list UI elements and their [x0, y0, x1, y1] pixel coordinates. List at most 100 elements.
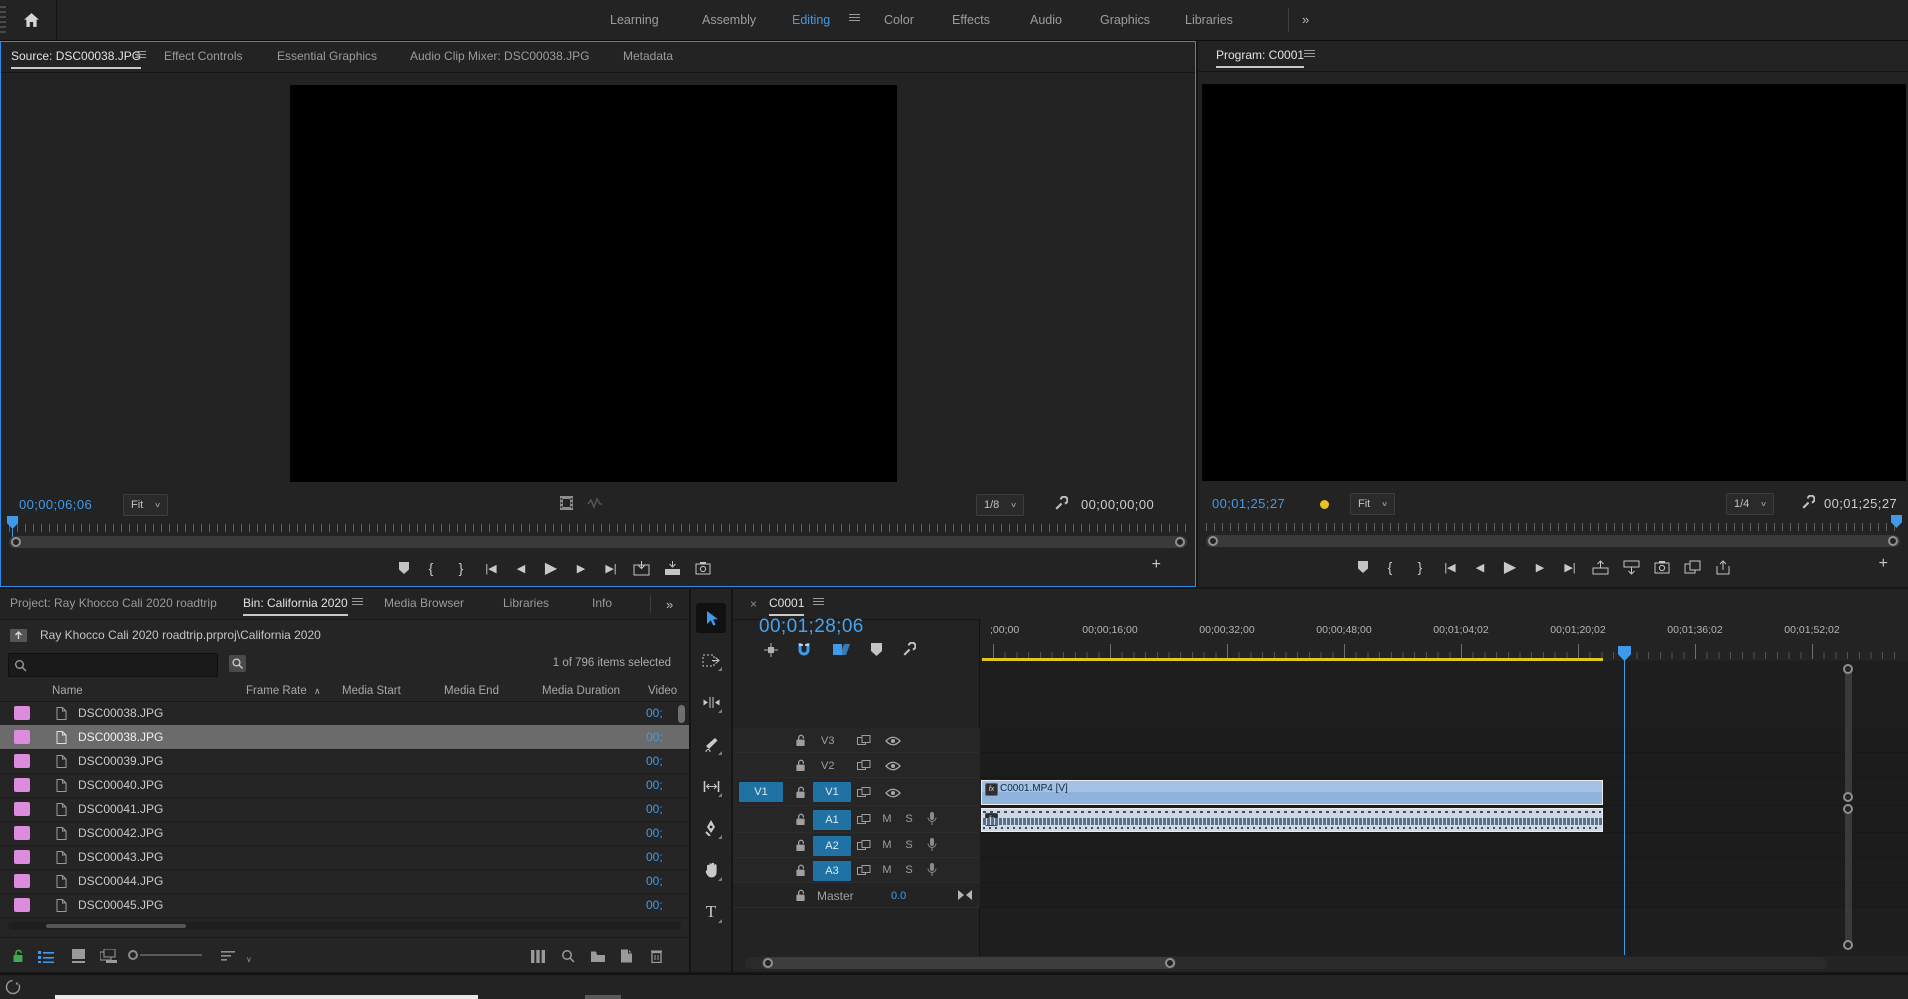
tab-program[interactable]: Program: C0001: [1216, 41, 1305, 70]
source-button-editor[interactable]: +: [1152, 556, 1161, 574]
timeline-ruler[interactable]: ;00;00 00;00;16;00 00;00;32;00 00;00;48;…: [980, 619, 1908, 662]
source-playback-resolution-select[interactable]: 1/8 ∨: [976, 494, 1025, 516]
program-scroll-handle-left[interactable]: [1208, 536, 1218, 546]
tool-track-select-forward[interactable]: [696, 645, 726, 675]
tool-razor[interactable]: [696, 729, 726, 759]
mute-button[interactable]: M: [879, 809, 895, 829]
workspace-tab-effects[interactable]: Effects: [952, 0, 990, 40]
mark-in-button[interactable]: {: [1382, 559, 1398, 575]
label-color-swatch[interactable]: [14, 706, 30, 720]
source-patch-v1[interactable]: V1: [739, 782, 783, 802]
video-clip-c0001[interactable]: fx C0001.MP4 [V]: [981, 780, 1603, 805]
source-scrollbar[interactable]: [9, 536, 1187, 548]
export-frame-button[interactable]: [1654, 560, 1670, 574]
search-input[interactable]: [8, 653, 218, 677]
track-lane-a3[interactable]: [980, 858, 1908, 883]
keyframe-nav-icon[interactable]: [958, 890, 972, 900]
tab-metadata[interactable]: Metadata: [623, 42, 673, 71]
column-header-media-duration[interactable]: Media Duration: [542, 681, 620, 701]
track-lane-v3[interactable]: [980, 728, 1908, 753]
sort-ascending-icon[interactable]: ∧: [314, 681, 321, 701]
delete-trash-button[interactable]: [646, 946, 666, 966]
solo-button[interactable]: S: [901, 860, 917, 880]
tool-selection[interactable]: [696, 603, 726, 633]
step-forward-button[interactable]: ▶: [1532, 561, 1548, 574]
label-color-swatch[interactable]: [14, 730, 30, 744]
overwrite-button[interactable]: [664, 560, 681, 576]
workspace-tab-color[interactable]: Color: [884, 0, 914, 40]
sort-options-chevron[interactable]: ∨: [246, 955, 252, 964]
dropped-frame-indicator[interactable]: [1320, 500, 1329, 509]
label-color-swatch[interactable]: [14, 754, 30, 768]
source-panel-menu-icon[interactable]: [135, 51, 146, 52]
track-target-a3[interactable]: A3: [813, 861, 851, 881]
label-color-swatch[interactable]: [14, 826, 30, 840]
sync-lock-icon[interactable]: [857, 814, 871, 825]
sort-options-button[interactable]: [218, 946, 238, 966]
track-target-a1[interactable]: A1: [813, 810, 851, 830]
tool-hand[interactable]: [696, 855, 726, 885]
mute-button[interactable]: M: [879, 835, 895, 855]
step-back-button[interactable]: ◀: [1472, 561, 1488, 574]
workspace-tab-assembly[interactable]: Assembly: [702, 0, 756, 40]
tab-libraries[interactable]: Libraries: [503, 589, 549, 618]
label-color-swatch[interactable]: [14, 898, 30, 912]
table-row-selected[interactable]: DSC00038.JPG 00;: [0, 725, 689, 750]
timeline-scroll-thumb[interactable]: [762, 957, 1176, 969]
program-position-timecode[interactable]: 00;01;25;27: [1212, 496, 1285, 511]
audio-tracks-scrollbar[interactable]: [1843, 804, 1853, 950]
zoom-slider-track[interactable]: [140, 954, 202, 956]
source-scroll-handle-right[interactable]: [1175, 537, 1185, 547]
table-row[interactable]: DSC00041.JPG 00;: [0, 797, 689, 822]
drag-video-only-icon[interactable]: [559, 495, 574, 511]
icon-view-button[interactable]: [68, 946, 88, 966]
column-header-media-end[interactable]: Media End: [444, 681, 499, 701]
freeform-view-button[interactable]: [98, 946, 118, 966]
track-lock-icon[interactable]: [795, 734, 806, 747]
tool-pen[interactable]: [696, 813, 726, 843]
play-button[interactable]: ▶: [1502, 557, 1518, 577]
table-row[interactable]: DSC00043.JPG 00;: [0, 845, 689, 870]
source-video-viewport[interactable]: [290, 85, 897, 482]
video-tracks-scrollbar[interactable]: [1843, 664, 1853, 802]
table-row[interactable]: DSC00042.JPG 00;: [0, 821, 689, 846]
workspace-menu-icon[interactable]: [849, 14, 860, 15]
go-to-in-button[interactable]: |◀: [483, 562, 499, 575]
solo-button[interactable]: S: [901, 835, 917, 855]
label-color-swatch[interactable]: [14, 802, 30, 816]
program-time-ruler[interactable]: [1206, 523, 1900, 531]
sync-lock-icon[interactable]: [857, 865, 871, 876]
track-lock-icon[interactable]: [795, 864, 806, 877]
export-frame-button[interactable]: [695, 561, 711, 575]
voiceover-record-mic-icon[interactable]: [927, 863, 937, 877]
new-item-button[interactable]: [616, 946, 636, 966]
column-header-video[interactable]: Video: [648, 681, 677, 701]
program-playback-resolution-select[interactable]: 1/4 ∨: [1726, 493, 1775, 515]
program-settings-wrench-icon[interactable]: [1800, 495, 1815, 510]
track-output-eye-icon[interactable]: [885, 788, 901, 798]
tool-type[interactable]: T: [696, 897, 726, 927]
tool-slip[interactable]: [696, 771, 726, 801]
add-marker-button[interactable]: [399, 562, 409, 574]
source-time-ruler[interactable]: [9, 524, 1187, 532]
timeline-horizontal-scrollbar[interactable]: [745, 957, 1827, 969]
workspace-tab-audio[interactable]: Audio: [1030, 0, 1062, 40]
list-horizontal-scroll-thumb[interactable]: [46, 924, 186, 928]
workspace-overflow-chevron[interactable]: »: [1302, 12, 1309, 27]
source-zoom-select[interactable]: Fit ∨: [123, 494, 169, 516]
go-to-in-button[interactable]: |◀: [1442, 561, 1458, 574]
lift-button[interactable]: [1592, 559, 1609, 575]
tool-ripple-edit[interactable]: [696, 687, 726, 717]
program-scrollbar[interactable]: [1206, 535, 1900, 547]
comparison-view-button[interactable]: [1684, 560, 1701, 574]
home-button[interactable]: [6, 0, 57, 40]
track-target-v1[interactable]: V1: [813, 782, 851, 802]
project-writable-lock-icon[interactable]: [8, 946, 28, 966]
track-lock-icon[interactable]: [795, 786, 806, 799]
column-header-frame-rate[interactable]: Frame Rate: [246, 681, 307, 701]
sync-lock-icon[interactable]: [857, 787, 871, 798]
track-lock-icon[interactable]: [795, 759, 806, 772]
drag-audio-only-icon[interactable]: [587, 498, 603, 509]
audio-clip-c0001[interactable]: fx: [981, 808, 1603, 832]
snap-toggle-icon[interactable]: [797, 642, 811, 657]
